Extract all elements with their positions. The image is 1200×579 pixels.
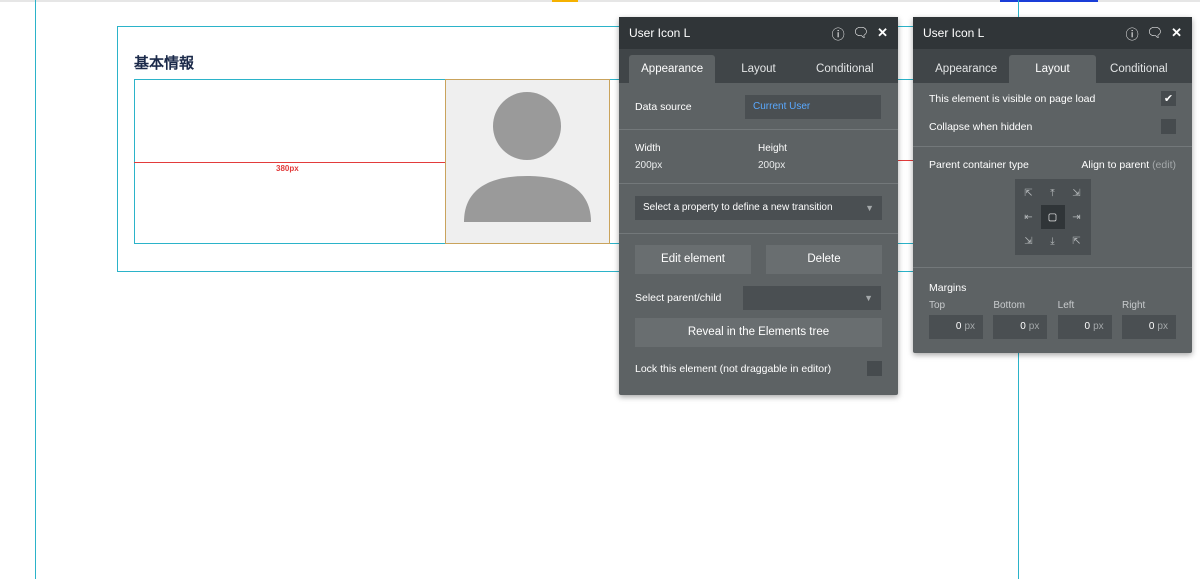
- check-icon: ✔: [1163, 93, 1174, 105]
- align-bottom-left-icon[interactable]: ⇲: [1017, 229, 1041, 253]
- width-indicator-line: [134, 162, 446, 163]
- align-top-right-icon[interactable]: ⇲: [1065, 181, 1089, 205]
- width-label: Width: [635, 143, 661, 154]
- parent-child-select[interactable]: ▼: [743, 286, 881, 310]
- align-middle-left-icon[interactable]: ⇤: [1017, 205, 1041, 229]
- user-icon-element[interactable]: [445, 79, 610, 244]
- width-group: Width 200px: [635, 143, 758, 171]
- data-source-field[interactable]: Current User: [745, 95, 881, 119]
- comment-icon[interactable]: 🗨: [853, 25, 870, 41]
- lock-label: Lock this element (not draggable in edit…: [635, 362, 832, 375]
- margin-bottom-label: Bottom: [993, 300, 1026, 311]
- margin-left-value: 0: [1084, 321, 1091, 332]
- transition-row: Select a property to define a new transi…: [619, 184, 898, 233]
- margin-right-input[interactable]: 0 px: [1121, 315, 1176, 339]
- margins-section: Margins Top Bottom Left Right 0 px 0 px 0p…: [913, 268, 1192, 339]
- comment-icon[interactable]: 🗨: [1147, 25, 1164, 41]
- chevron-down-icon: ▼: [864, 293, 873, 303]
- panel-title: User Icon L: [629, 26, 691, 40]
- margins-inputs-row: 0 px 0 px 0 px 0 px: [929, 315, 1176, 339]
- visible-checkbox[interactable]: ✔: [1161, 91, 1176, 106]
- margin-top-value: 0: [955, 321, 962, 332]
- height-value[interactable]: 200px: [758, 160, 787, 171]
- margin-right-unit: px: [1157, 321, 1168, 332]
- margin-top-unit: px: [964, 321, 975, 332]
- panel-title: User Icon L: [923, 26, 985, 40]
- height-label: Height: [758, 143, 787, 154]
- reveal-in-tree-button[interactable]: Reveal in the Elements tree: [635, 318, 882, 347]
- align-label: Align to parent: [1081, 159, 1150, 171]
- collapse-checkbox[interactable]: [1161, 119, 1176, 134]
- parent-type-label: Parent container type: [929, 159, 1029, 171]
- panel-tabs: Appearance Layout Conditional: [913, 49, 1192, 83]
- align-to-parent[interactable]: Align to parent (edit): [1081, 159, 1176, 171]
- align-bottom-right-icon[interactable]: ⇱: [1065, 229, 1089, 253]
- tab-appearance[interactable]: Appearance: [923, 55, 1009, 83]
- reveal-row: Reveal in the Elements tree: [619, 316, 898, 357]
- parent-child-label: Select parent/child: [635, 292, 722, 304]
- data-source-label: Data source: [635, 101, 692, 113]
- tab-conditional[interactable]: Conditional: [802, 55, 888, 83]
- tab-layout[interactable]: Layout: [715, 55, 801, 83]
- transition-select[interactable]: Select a property to define a new transi…: [635, 196, 882, 220]
- tab-conditional[interactable]: Conditional: [1096, 55, 1182, 83]
- alignment-picker: ⇱ ⤒ ⇲ ⇤ ▢ ⇥ ⇲ ⤓ ⇱: [913, 179, 1192, 267]
- parent-child-row: Select parent/child ▼: [619, 282, 898, 316]
- close-icon[interactable]: ✕: [1171, 25, 1182, 41]
- lock-checkbox[interactable]: [867, 361, 882, 376]
- lock-row: Lock this element (not draggable in edit…: [619, 357, 898, 380]
- chevron-down-icon: ▼: [865, 203, 874, 213]
- left-guide-line: [35, 0, 36, 579]
- margin-left-input[interactable]: 0 px: [1057, 315, 1112, 339]
- margins-labels-row: Top Bottom Left Right: [929, 300, 1176, 311]
- margin-right-label: Right: [1121, 300, 1146, 311]
- margin-top-input[interactable]: 0 px: [929, 315, 983, 339]
- margin-bottom-unit: px: [1028, 321, 1040, 332]
- panel-header[interactable]: User Icon L ⓘ 🗨 ✕: [913, 17, 1192, 49]
- collapse-row: Collapse when hidden: [913, 112, 1192, 146]
- top-blue-marker: [1000, 0, 1098, 2]
- info-icon[interactable]: ⓘ: [1126, 24, 1139, 43]
- parent-type-row: Parent container type Align to parent (e…: [913, 147, 1192, 179]
- data-source-row: Data source Current User: [619, 83, 898, 129]
- align-bottom-center-icon[interactable]: ⤓: [1041, 229, 1065, 253]
- margin-right-value: 0: [1148, 321, 1155, 332]
- top-orange-marker: [552, 0, 578, 2]
- width-value[interactable]: 200px: [635, 160, 758, 171]
- collapse-label: Collapse when hidden: [929, 120, 1033, 133]
- margin-bottom-input[interactable]: 0 px: [993, 315, 1048, 339]
- close-icon[interactable]: ✕: [877, 25, 888, 41]
- margin-bottom-value: 0: [1020, 321, 1026, 332]
- margin-top-label: Top: [929, 300, 946, 311]
- delete-button[interactable]: Delete: [766, 245, 882, 274]
- size-row: Width 200px Height 200px: [619, 130, 898, 183]
- visible-row: This element is visible on page load ✔: [913, 83, 1192, 112]
- section-title: 基本情報: [134, 55, 195, 72]
- height-group: Height 200px: [758, 143, 787, 171]
- align-edit-link[interactable]: (edit): [1152, 159, 1176, 171]
- action-buttons-row: Edit element Delete: [619, 234, 898, 282]
- align-center-icon[interactable]: ▢: [1040, 205, 1065, 229]
- align-middle-right-icon[interactable]: ⇥: [1065, 205, 1089, 229]
- width-indicator-label: 380px: [276, 164, 299, 173]
- visible-label: This element is visible on page load: [929, 92, 1096, 105]
- align-top-center-icon[interactable]: ⤒: [1041, 181, 1065, 205]
- align-top-left-icon[interactable]: ⇱: [1017, 181, 1041, 205]
- tab-layout[interactable]: Layout: [1009, 55, 1096, 83]
- margins-label: Margins: [929, 282, 967, 294]
- info-icon[interactable]: ⓘ: [832, 24, 845, 43]
- avatar-placeholder-icon: [464, 92, 591, 222]
- property-panel-layout: User Icon L ⓘ 🗨 ✕ Appearance Layout Cond…: [913, 17, 1192, 353]
- tab-appearance[interactable]: Appearance: [629, 55, 716, 83]
- panel-tabs: Appearance Layout Conditional: [619, 49, 898, 83]
- property-panel-appearance: User Icon L ⓘ 🗨 ✕ Appearance Layout Cond…: [619, 17, 898, 395]
- transition-select-label: Select a property to define a new transi…: [643, 202, 833, 213]
- alignment-grid: ⇱ ⤒ ⇲ ⇤ ▢ ⇥ ⇲ ⤓ ⇱: [1014, 179, 1091, 255]
- edit-element-button[interactable]: Edit element: [635, 245, 751, 274]
- margin-left-label: Left: [1057, 300, 1075, 311]
- panel-header[interactable]: User Icon L ⓘ 🗨 ✕: [619, 17, 898, 49]
- margin-left-unit: px: [1093, 321, 1104, 332]
